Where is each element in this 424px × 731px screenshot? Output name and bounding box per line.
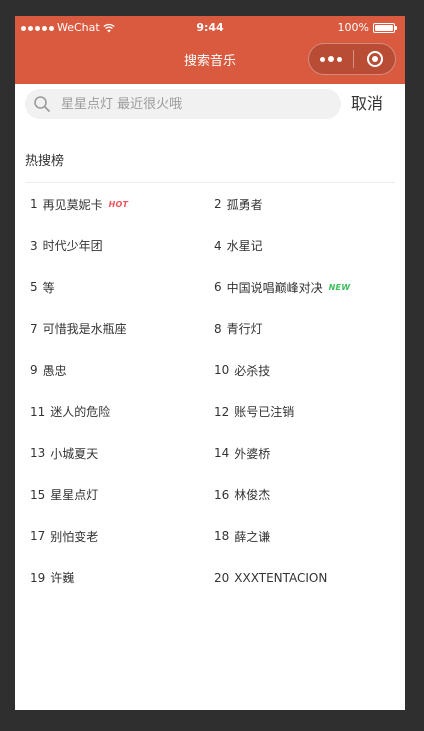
- hot-search-rank: 7: [30, 321, 38, 336]
- more-button[interactable]: [309, 44, 353, 74]
- hot-search-title: 许巍: [50, 571, 75, 585]
- hot-search-rank: 4: [214, 238, 222, 253]
- hot-search-title: 林俊杰: [234, 488, 271, 502]
- hot-search-item[interactable]: 4 水星记: [214, 235, 263, 257]
- hot-search-title: 薛之谦: [234, 529, 271, 544]
- hot-search-title: 孤勇者: [226, 197, 263, 212]
- hot-search-item[interactable]: 16 林俊杰: [214, 484, 270, 506]
- hot-search-rank: 12: [214, 404, 230, 419]
- close-miniprogram-button[interactable]: [354, 51, 395, 67]
- status-bar: WeChat 9:44 100%: [15, 16, 405, 42]
- hot-search-title: 愚忠: [42, 363, 67, 378]
- hot-search-title: 账号已注销: [234, 405, 295, 419]
- hot-search-rank: 6: [214, 280, 222, 294]
- header: WeChat 9:44 100% 搜索音乐: [15, 16, 405, 84]
- hot-search-item[interactable]: 19 许巍: [30, 567, 74, 589]
- hot-search-title: 小城夏天: [50, 446, 99, 461]
- hot-search-item[interactable]: 3 时代少年团: [30, 235, 103, 257]
- hot-search-title: 可惜我是水瓶座: [42, 322, 127, 336]
- battery-percent: 100%: [337, 21, 369, 34]
- hot-search-title: XXXTENTACION: [234, 570, 328, 585]
- hot-search-item[interactable]: 1 再见莫妮卡 HOT: [30, 193, 128, 215]
- search-input[interactable]: [61, 89, 331, 119]
- hot-search-title: 必杀技: [234, 363, 271, 378]
- hot-search-item[interactable]: 11 迷人的危险: [30, 401, 110, 423]
- hot-search-item[interactable]: 14 外婆桥: [214, 442, 270, 464]
- hot-badge: HOT: [108, 199, 129, 209]
- cancel-button[interactable]: 取消: [351, 93, 383, 115]
- hot-search-rank: 9: [30, 363, 38, 377]
- search-icon: [34, 96, 50, 112]
- hot-search-title: 时代少年团: [42, 239, 103, 253]
- section-title: 热搜榜: [25, 154, 65, 169]
- battery-icon: [373, 23, 397, 33]
- hot-search-rank: 8: [214, 321, 222, 336]
- hot-search-rank: 3: [30, 238, 38, 253]
- hot-search-title: 中国说唱巅峰对决: [226, 280, 323, 295]
- hot-search-rank: 5: [30, 280, 38, 294]
- hot-search-item[interactable]: 8 青行灯: [214, 318, 263, 340]
- hot-search-item[interactable]: 13 小城夏天: [30, 442, 98, 464]
- hot-search-rank: 14: [214, 446, 230, 460]
- close-target-icon: [366, 51, 383, 67]
- hot-search-rank: 15: [30, 487, 46, 502]
- hot-search-title: 星星点灯: [50, 488, 99, 502]
- hot-search-item[interactable]: 9 愚忠: [30, 359, 67, 381]
- battery-status: 100%: [337, 21, 397, 34]
- hot-search-item[interactable]: 7 可惜我是水瓶座: [30, 318, 127, 340]
- divider: [25, 182, 395, 183]
- more-dots-icon: [320, 56, 325, 62]
- hot-search-item[interactable]: 6 中国说唱巅峰对决 NEW: [214, 276, 350, 298]
- phone-screen: WeChat 9:44 100% 搜索音乐 星星点灯 最近很火哦 取消 热搜榜 …: [15, 16, 405, 710]
- hot-search-rank: 13: [30, 446, 46, 460]
- search-bar: 取消: [15, 84, 405, 124]
- search-box: [25, 89, 341, 119]
- hot-search-item[interactable]: 5等: [30, 276, 55, 298]
- hot-search-item[interactable]: 12 账号已注销: [214, 401, 294, 423]
- hot-search-item[interactable]: 2 孤勇者: [214, 193, 263, 215]
- hot-search-rank: 19: [30, 570, 46, 585]
- hot-search-rank: 10: [214, 363, 230, 377]
- hot-search-item[interactable]: 17 别怕变老: [30, 525, 98, 547]
- hot-search-rank: 17: [30, 529, 46, 543]
- hot-search-item[interactable]: 15 星星点灯: [30, 484, 98, 506]
- hot-search-rank: 18: [214, 529, 230, 543]
- hot-search-title: 青行灯: [226, 322, 263, 336]
- hot-search-title: 迷人的危险: [50, 405, 111, 419]
- new-badge: NEW: [328, 282, 351, 292]
- hot-search-title: 外婆桥: [234, 446, 271, 461]
- hot-search-title: 再见莫妮卡: [42, 197, 103, 212]
- hot-search-item[interactable]: 10 必杀技: [214, 359, 270, 381]
- hot-search-item[interactable]: 18 薛之谦: [214, 525, 270, 547]
- hot-search-rank: 2: [214, 197, 222, 211]
- hot-search-item[interactable]: 20 XXXTENTACION: [214, 567, 327, 589]
- hot-search-rank: 1: [30, 197, 38, 211]
- hot-search-title: 水星记: [226, 239, 263, 253]
- hot-search-rank: 16: [214, 487, 230, 502]
- hot-search-rank: 11: [30, 404, 46, 419]
- hot-search-title: 别怕变老: [50, 529, 99, 544]
- hot-search-rank: 20: [214, 570, 230, 585]
- hot-search-title: 等: [42, 280, 55, 295]
- miniprogram-capsule: [308, 43, 396, 75]
